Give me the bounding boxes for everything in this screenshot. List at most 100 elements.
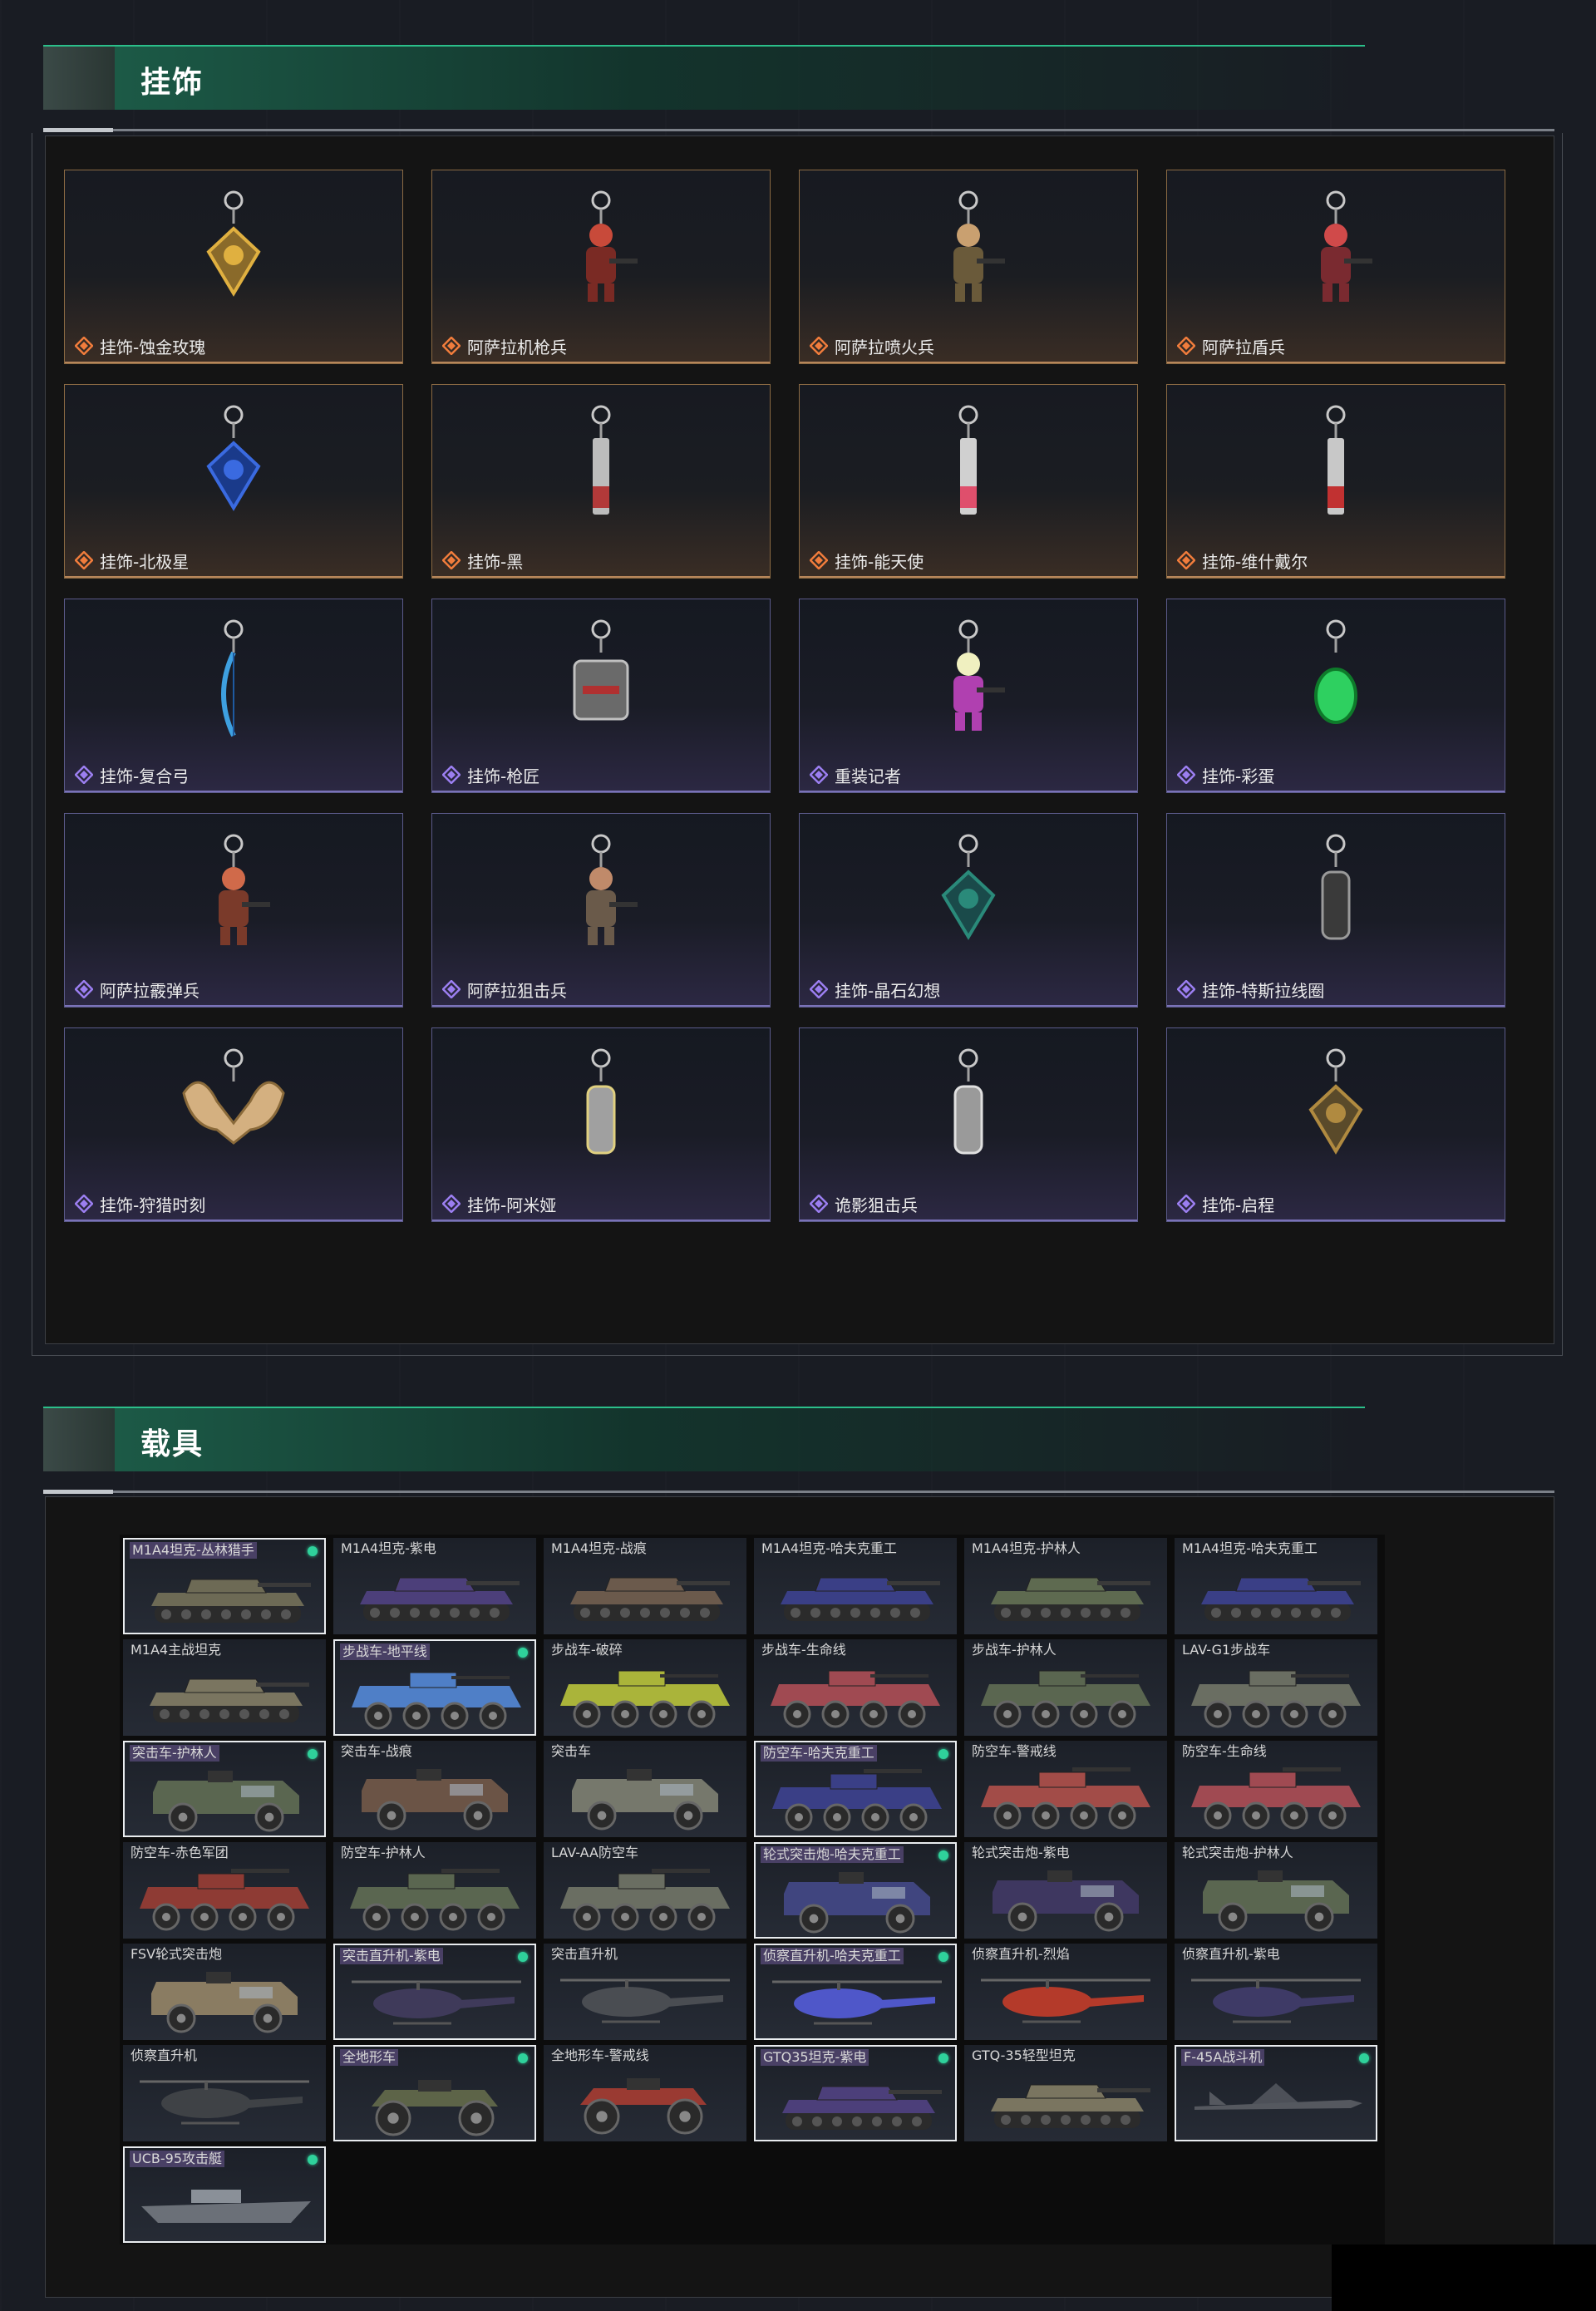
vehicle-tile[interactable]: 侦察直升机-哈夫克重工 [754, 1944, 957, 2040]
rarity-orange-icon [1177, 337, 1195, 355]
charms-panel: 挂饰-蚀金玫瑰 阿萨拉机枪兵 阿萨拉喷火兵 阿萨拉盾兵挂饰-北极星 挂饰-黑 挂饰-能天使… [45, 136, 1554, 1344]
aa-vehicle-icon [1191, 1767, 1361, 1830]
vehicle-tile[interactable]: 步战车-护林人 [964, 1639, 1167, 1736]
header-stub [43, 47, 115, 110]
charm-name: 挂饰-蚀金玫瑰 [100, 338, 206, 357]
charm-card[interactable]: 阿萨拉喷火兵 [799, 170, 1138, 364]
charm-card[interactable]: 挂饰-启程 [1166, 1027, 1505, 1222]
charm-card[interactable]: 挂饰-晶石幻想 [799, 813, 1138, 1008]
vehicle-tile[interactable]: 轮式突击炮-护林人 [1175, 1842, 1377, 1939]
charm-art [534, 829, 667, 965]
vehicle-tile[interactable]: 步战车-生命线 [754, 1639, 957, 1736]
vehicle-tile[interactable]: 突击车-护林人 [123, 1741, 326, 1837]
vehicle-tile[interactable]: LAV-AA防空车 [544, 1842, 746, 1939]
vehicle-tile[interactable]: 轮式突击炮-紫电 [964, 1842, 1167, 1939]
vehicle-tile[interactable]: 全地形车-警戒线 [544, 2045, 746, 2141]
charm-art [167, 1043, 300, 1180]
charm-card[interactable]: 重装记者 [799, 599, 1138, 793]
vehicle-tile[interactable]: 侦察直升机 [123, 2045, 326, 2141]
charm-name: 挂饰-枪匠 [467, 766, 540, 786]
mrap-vehicle-icon [153, 1771, 299, 1832]
vehicle-tile[interactable]: M1A4坦克-紫电 [333, 1538, 536, 1634]
owned-indicator-icon [518, 2053, 528, 2063]
owned-indicator-icon [308, 2155, 318, 2165]
vehicle-name: GTQ35坦克-紫电 [761, 2049, 869, 2066]
vehicle-tile[interactable]: M1A4坦克-护林人 [964, 1538, 1167, 1634]
tank-vehicle-icon [781, 1577, 940, 1621]
atv-vehicle-icon [372, 2080, 498, 2136]
charm-art [902, 829, 1035, 965]
charm-card[interactable]: 挂饰-阿米娅 [431, 1027, 771, 1222]
vehicle-tile[interactable]: M1A4坦克-哈夫克重工 [754, 1538, 957, 1634]
owned-indicator-icon [518, 1648, 528, 1658]
vehicles-section-header: 载具 [43, 1407, 1365, 1471]
vehicle-tile[interactable]: LAV-G1步战车 [1175, 1639, 1377, 1736]
vehicle-name: 突击直升机-紫电 [340, 1948, 443, 1964]
charm-card[interactable]: 挂饰-黑 [431, 384, 771, 579]
charm-card[interactable]: 阿萨拉狙击兵 [431, 813, 771, 1008]
vehicle-tile[interactable]: GTQ35坦克-紫电 [754, 2045, 957, 2141]
charm-card[interactable]: 挂饰-维什戴尔 [1166, 384, 1505, 579]
charm-card[interactable]: 挂饰-能天使 [799, 384, 1138, 579]
vehicle-tile[interactable]: GTQ-35轻型坦克 [964, 2045, 1167, 2141]
rarity-purple-icon [75, 980, 93, 998]
vehicle-tile[interactable]: 全地形车 [333, 2045, 536, 2141]
charm-name: 挂饰-阿米娅 [467, 1195, 557, 1215]
charm-art [1269, 829, 1402, 965]
charm-art [902, 400, 1035, 536]
tank-vehicle-icon [151, 1579, 311, 1623]
charm-card[interactable]: 阿萨拉机枪兵 [431, 170, 771, 364]
charm-card[interactable]: 诡影狙击兵 [799, 1027, 1138, 1222]
charm-name: 阿萨拉霰弹兵 [100, 981, 200, 1001]
charm-art [534, 400, 667, 536]
charm-card[interactable]: 挂饰-狩猎时刻 [64, 1027, 403, 1222]
owned-indicator-icon [308, 1749, 318, 1759]
owned-indicator-icon [938, 1952, 948, 1962]
vehicle-name: 突击直升机 [551, 1946, 618, 1962]
charm-card[interactable]: 挂饰-彩蛋 [1166, 599, 1505, 793]
vehicle-tile[interactable]: 步战车-地平线 [333, 1639, 536, 1736]
vehicle-tile[interactable]: 防空车-哈夫克重工 [754, 1741, 957, 1837]
charm-card[interactable]: 阿萨拉盾兵 [1166, 170, 1505, 364]
tank-vehicle-icon [991, 1577, 1150, 1621]
vehicle-tile[interactable]: FSV轮式突击炮 [123, 1944, 326, 2040]
vehicle-tile[interactable]: M1A4坦克-丛林猎手 [123, 1538, 326, 1634]
vehicle-tile[interactable]: 防空车-生命线 [1175, 1741, 1377, 1837]
vehicle-tile[interactable]: M1A4坦克-战痕 [544, 1538, 746, 1634]
vehicle-tile[interactable]: 防空车-警戒线 [964, 1741, 1167, 1837]
vehicle-tile[interactable]: 突击车 [544, 1741, 746, 1837]
vehicle-tile[interactable]: 防空车-赤色军团 [123, 1842, 326, 1939]
vehicle-tile[interactable]: 步战车-破碎 [544, 1639, 746, 1736]
charm-card[interactable]: 挂饰-蚀金玫瑰 [64, 170, 403, 364]
vehicle-tile[interactable]: UCB-95攻击艇 [123, 2146, 326, 2243]
vehicle-tile[interactable]: M1A4主战坦克 [123, 1639, 326, 1736]
section-title: 载具 [140, 1427, 204, 1461]
vehicle-name: GTQ-35轻型坦克 [972, 2047, 1076, 2063]
vehicle-tile[interactable]: 突击直升机-紫电 [333, 1944, 536, 2040]
charm-card[interactable]: 阿萨拉霰弹兵 [64, 813, 403, 1008]
charm-art [902, 614, 1035, 751]
tank-vehicle-icon [991, 2084, 1150, 2128]
header-stub [43, 1408, 115, 1471]
vehicle-tile[interactable]: F-45A战斗机 [1175, 2045, 1377, 2141]
vehicle-tile[interactable]: 侦察直升机-紫电 [1175, 1944, 1377, 2040]
shotgunner-figure-icon [219, 834, 270, 945]
tank-vehicle-icon [1201, 1577, 1361, 1621]
rarity-purple-icon [810, 766, 828, 784]
vehicle-tile[interactable]: 侦察直升机-烈焰 [964, 1944, 1167, 2040]
rarity-purple-icon [442, 980, 461, 998]
charm-card[interactable]: 挂饰-北极星 [64, 384, 403, 579]
vehicle-tile[interactable]: 突击直升机 [544, 1944, 746, 2040]
vehicle-name: 全地形车 [340, 2049, 399, 2066]
vehicle-tile[interactable]: M1A4坦克-哈夫克重工 [1175, 1538, 1377, 1634]
rarity-orange-icon [1177, 551, 1195, 569]
charm-card[interactable]: 挂饰-特斯拉线圈 [1166, 813, 1505, 1008]
vehicle-tile[interactable]: 防空车-护林人 [333, 1842, 536, 1939]
vehicle-tile[interactable]: 突击车-战痕 [333, 1741, 536, 1837]
rarity-purple-icon [1177, 1195, 1195, 1213]
charm-card[interactable]: 挂饰-复合弓 [64, 599, 403, 793]
vehicle-tile[interactable]: 轮式突击炮-哈夫克重工 [754, 1842, 957, 1939]
bunny-charm-icon [586, 1048, 616, 1155]
charm-art [534, 185, 667, 322]
charm-card[interactable]: 挂饰-枪匠 [431, 599, 771, 793]
